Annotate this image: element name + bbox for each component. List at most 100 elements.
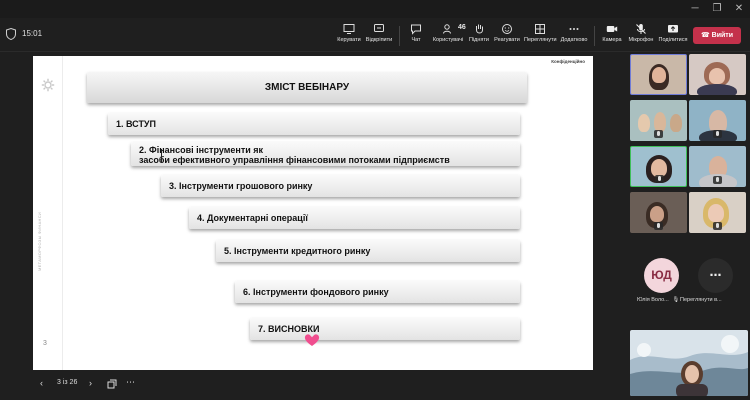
agenda-item-4: 4. Документарні операції xyxy=(189,207,520,229)
raise-hand-icon xyxy=(476,24,483,34)
sync-view-icon[interactable] xyxy=(107,379,117,389)
participants-label: Користувачі xyxy=(432,37,464,43)
video-tile[interactable] xyxy=(630,146,687,187)
presentation-slide: MEТАМОРФОЗЫ ФИНАНСИ 3 Конфіденційно ЗМІС… xyxy=(33,56,593,370)
camera-label: Камера xyxy=(602,37,622,43)
meeting-toolbar: 15:01 Керувати Відкріпити Чат 46 Користу… xyxy=(0,18,750,52)
participant-face xyxy=(709,68,725,84)
snowy-background xyxy=(630,330,748,396)
mic-off-icon xyxy=(636,24,646,34)
participant-face xyxy=(654,112,666,132)
slide-title: ЗМІСТ ВЕБІНАРУ xyxy=(87,72,527,103)
mic-muted-icon: 🎙︎ xyxy=(672,297,680,303)
manage-label: Керувати xyxy=(337,37,361,43)
share-icon xyxy=(668,25,678,33)
camera-icon xyxy=(606,26,618,32)
slide-page-number: 3 xyxy=(43,340,47,347)
minimize-icon[interactable]: ─ xyxy=(686,2,704,16)
video-tile[interactable] xyxy=(689,100,746,141)
agenda-item-1: 1. ВСТУП xyxy=(108,113,520,135)
self-video-tile[interactable] xyxy=(630,330,748,396)
participant-name: Юлія Воло... 🎙︎ xyxy=(637,297,679,303)
video-tile[interactable] xyxy=(689,192,746,233)
chat-label: Чат xyxy=(411,37,421,43)
unpin-button[interactable]: Відкріпити xyxy=(364,21,394,49)
video-tile[interactable] xyxy=(630,54,687,95)
agenda-item-2: 2. Фінансові інструменти як засоби ефект… xyxy=(131,142,520,166)
view-more-label: Переглянути в... xyxy=(680,297,722,303)
view-more-button[interactable]: ⋯ xyxy=(698,258,733,293)
more-icon: ⋯ xyxy=(709,268,722,282)
unpin-icon xyxy=(374,24,384,32)
mic-muted-icon xyxy=(713,176,722,184)
video-tile[interactable] xyxy=(630,100,687,141)
chat-icon xyxy=(411,24,421,35)
agenda-item-2-line2: засоби ефективного управління фінансовим… xyxy=(139,155,450,165)
more-options-button[interactable]: Додатково xyxy=(559,21,589,49)
heart-reaction-icon xyxy=(304,334,320,346)
slide-pager: ‹ 3 із 26 › ⋯ xyxy=(40,377,150,392)
agenda-item-2-line1: 2. Фінансові інструменти як xyxy=(139,145,264,155)
slide-side-text: MEТАМОРФОЗЫ ФИНАНСИ xyxy=(37,211,42,271)
window-titlebar: ─ ❐ ✕ xyxy=(0,0,750,18)
mic-muted-icon xyxy=(713,130,722,138)
more-icon xyxy=(569,28,579,30)
share-label: Поділитися xyxy=(658,37,688,43)
participant-face xyxy=(652,67,666,83)
camera-button[interactable]: Камера xyxy=(600,21,624,49)
mic-muted-icon xyxy=(655,175,664,183)
participant-count: 46 xyxy=(458,24,466,31)
slide-counter: 3 із 26 xyxy=(57,379,78,386)
maximize-icon[interactable]: ❐ xyxy=(708,2,726,16)
mic-muted-icon xyxy=(713,222,722,230)
close-icon[interactable]: ✕ xyxy=(730,2,748,16)
agenda-item-7: 7. ВИСНОВКИ xyxy=(250,318,520,340)
chat-button[interactable]: Чат xyxy=(405,21,427,49)
view-button[interactable]: Переглянути xyxy=(524,21,557,49)
participants-button[interactable]: 46 Користувачі xyxy=(431,21,466,49)
video-tile[interactable] xyxy=(689,146,746,187)
participant-face xyxy=(638,114,650,132)
participant-face xyxy=(650,206,664,222)
leave-label: Вийти xyxy=(711,32,734,39)
mic-muted-icon xyxy=(654,130,663,138)
participant-face xyxy=(670,114,682,132)
leave-button[interactable]: ☎ Вийти xyxy=(693,27,741,44)
pager-more-icon[interactable]: ⋯ xyxy=(126,377,135,388)
view-label: Переглянути xyxy=(524,37,557,43)
avatar-initials: ЮД xyxy=(651,268,672,282)
shield-icon xyxy=(6,28,16,40)
previous-slide-icon[interactable]: ‹ xyxy=(40,378,43,388)
video-tile[interactable] xyxy=(630,192,687,233)
more-label: Додатково xyxy=(560,37,588,43)
participant-name-text: Юлія Воло... xyxy=(637,297,669,303)
agenda-item-3: 3. Інструменти грошового ринку xyxy=(161,175,520,197)
agenda-item-6: 6. Інструменти фондового ринку xyxy=(235,281,520,303)
toolbar-divider xyxy=(594,26,595,46)
react-button[interactable]: Реагувати xyxy=(494,21,520,49)
manage-button[interactable]: Керувати xyxy=(336,21,362,49)
unpin-label: Відкріпити xyxy=(365,37,393,43)
text-cursor xyxy=(161,149,162,163)
participant-body xyxy=(697,84,737,95)
mic-muted-icon xyxy=(654,222,663,230)
participant-face xyxy=(708,204,724,222)
toolbar-divider xyxy=(399,26,400,46)
raise-hand-button[interactable]: Підняти xyxy=(468,21,490,49)
share-button[interactable]: Поділитися xyxy=(658,21,688,49)
view-icon xyxy=(535,24,545,34)
video-tile[interactable] xyxy=(689,54,746,95)
avatar[interactable]: ЮД xyxy=(644,258,679,293)
people-icon xyxy=(443,24,451,34)
microphone-label: Мікрофон xyxy=(628,37,654,43)
next-slide-icon[interactable]: › xyxy=(89,378,92,388)
confidential-label: Конфіденційно xyxy=(551,59,585,64)
share-tray-icon xyxy=(343,24,355,34)
phone-hangup-icon: ☎ xyxy=(700,32,710,39)
slide-left-rail: MEТАМОРФОЗЫ ФИНАНСИ 3 xyxy=(33,56,63,370)
raise-hand-label: Підняти xyxy=(469,37,489,43)
react-label: Реагувати xyxy=(494,37,520,43)
gear-icon xyxy=(41,78,55,92)
agenda-item-5: 5. Інструменти кредитного ринку xyxy=(216,240,520,262)
microphone-button[interactable]: Мікрофон xyxy=(627,21,655,49)
